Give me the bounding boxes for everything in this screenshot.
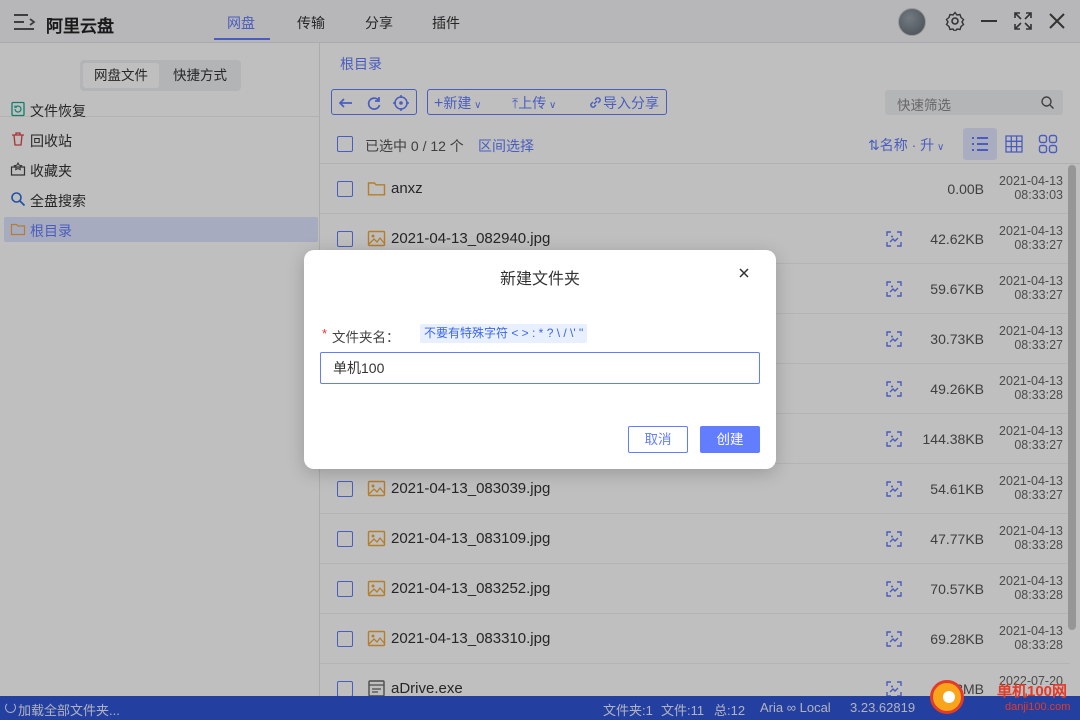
watermark-url: danji100.com	[1005, 701, 1071, 713]
watermark-logo	[930, 680, 964, 714]
required-marker: *	[322, 326, 328, 341]
close-icon[interactable]	[737, 266, 751, 280]
folder-name-input[interactable]	[320, 352, 760, 384]
create-button[interactable]: 创建	[700, 426, 760, 453]
watermark-logo-dot	[943, 691, 955, 703]
watermark-text: 单机100网	[997, 683, 1068, 700]
cancel-button[interactable]: 取消	[628, 426, 688, 453]
folder-name-hint: 不要有特殊字符 < > : * ? \ / \' "	[420, 324, 588, 343]
dialog-title: 新建文件夹	[499, 271, 580, 288]
folder-name-label: 文件夹名：	[332, 330, 400, 345]
new-folder-dialog: 新建文件夹 * 文件夹名： 不要有特殊字符 < > : * ? \ / \' "…	[304, 250, 776, 469]
